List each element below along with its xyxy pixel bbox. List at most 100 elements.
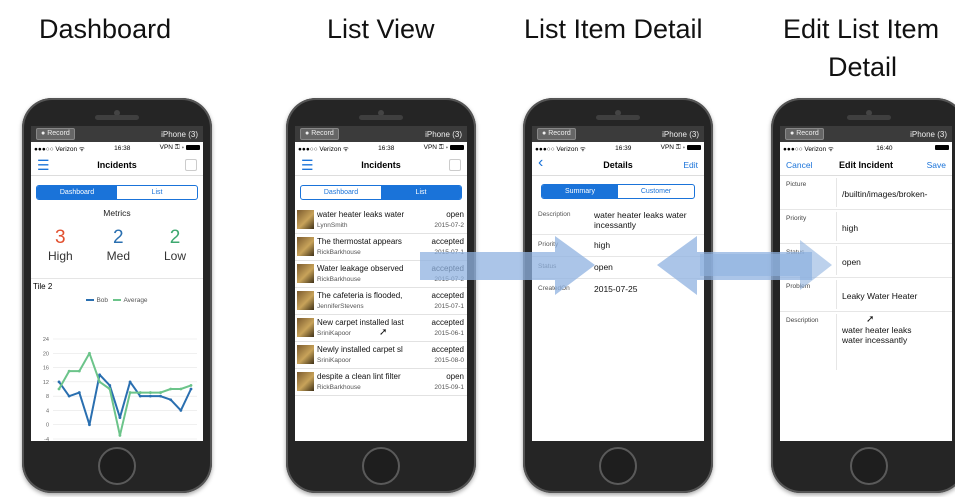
- incident-thumbnail: [297, 291, 314, 310]
- list-item[interactable]: Water leakage observed RickBarkhouse accep…: [295, 261, 467, 288]
- field-status: Status open: [532, 257, 704, 279]
- hamburger-menu-icon[interactable]: ☰: [37, 157, 50, 174]
- record-button[interactable]: ● Record: [36, 128, 75, 140]
- page-title: Incidents: [97, 159, 137, 170]
- tab-dashboard[interactable]: Dashboard: [37, 186, 117, 199]
- data-point-average: [159, 391, 162, 394]
- data-point-average: [179, 387, 183, 391]
- screen: ● Record iPhone (3) ●●●○○ Verizon ᯤ 16:4…: [780, 126, 952, 441]
- field-picture: Picture /builtin/images/broken-: [780, 176, 952, 210]
- list-item[interactable]: The thermostat appears RickBarkhouse accep…: [295, 234, 467, 261]
- heading-dashboard: Dashboard: [39, 14, 172, 44]
- incident-title: The thermostat appears: [317, 237, 402, 246]
- list-item[interactable]: water heater leaks water LynnSmith open 201…: [295, 207, 467, 234]
- carrier: ●●●○○ Verizon ᯤ: [298, 145, 349, 153]
- incident-date: 2015-07-1: [434, 303, 464, 310]
- incident-thumbnail: [297, 345, 314, 364]
- tab-summary[interactable]: Summary: [542, 185, 618, 198]
- status-input: open: [842, 257, 861, 267]
- home-button[interactable]: [98, 447, 136, 485]
- metric-value: 3: [55, 227, 66, 248]
- problem-input: Leaky Water Heater: [842, 291, 918, 301]
- data-point-bob: [169, 398, 173, 402]
- record-button[interactable]: ● Record: [300, 128, 339, 140]
- data-point-bob: [128, 380, 132, 384]
- record-button[interactable]: ● Record: [537, 128, 576, 140]
- recorder-bar: ● Record iPhone (3): [532, 126, 704, 142]
- chart-legend: Bob Average: [31, 297, 203, 304]
- recorder-bar: ● Record iPhone (3): [31, 126, 203, 142]
- incident-date: 2015-08-0: [434, 357, 464, 364]
- metric-low[interactable]: 2 Low: [164, 228, 186, 264]
- picture-input: /builtin/images/broken-: [842, 189, 928, 199]
- list-item[interactable]: The cafeteria is flooded, JenniferStevens…: [295, 288, 467, 315]
- data-point-bob: [138, 394, 142, 398]
- incident-thumbnail: [297, 264, 314, 283]
- tab-dashboard[interactable]: Dashboard: [301, 186, 381, 199]
- save-button[interactable]: Save: [927, 160, 946, 170]
- screen: ● Record iPhone (3) ●●●○○ Verizon ᯤ 16:3…: [295, 126, 467, 441]
- incident-status: accepted: [431, 318, 464, 327]
- record-button[interactable]: ● Record: [785, 128, 824, 140]
- tab-list[interactable]: List: [381, 186, 461, 199]
- segmented-control: Summary Customer: [541, 184, 695, 199]
- data-point-average: [108, 387, 112, 391]
- home-button[interactable]: [849, 447, 888, 485]
- edit-button[interactable]: Edit: [683, 160, 698, 170]
- action-button[interactable]: [185, 159, 197, 171]
- incident-date: 2015-07-2: [434, 276, 464, 283]
- home-button[interactable]: [362, 447, 400, 485]
- incident-date: 2015-07-2: [434, 222, 464, 229]
- incident-thumbnail: [297, 318, 314, 337]
- status-bar: ●●●○○ Verizon ᯤ 16:39 VPN ⚿ ∗: [532, 142, 704, 154]
- incident-thumbnail: [297, 372, 314, 391]
- phone-detail: ● Record iPhone (3) ●●●○○ Verizon ᯤ 16:3…: [523, 98, 713, 493]
- metric-high[interactable]: 3 High: [48, 228, 73, 264]
- legend-swatch-average: [113, 299, 122, 302]
- y-tick-label: 8: [46, 394, 49, 400]
- recorder-bar: ● Record iPhone (3): [295, 126, 467, 142]
- status-bar: ●●●○○ Verizon ᯤ 16:40: [780, 142, 952, 154]
- page-title: Details: [603, 159, 633, 170]
- data-point-bob: [118, 416, 122, 419]
- action-button[interactable]: [449, 159, 461, 171]
- home-button[interactable]: [599, 447, 637, 485]
- field-label: Description: [786, 317, 819, 324]
- data-point-average: [77, 369, 81, 373]
- metric-value: 2: [113, 227, 124, 248]
- clock: 16:39: [615, 144, 632, 152]
- clock: 16:40: [876, 144, 893, 152]
- back-chevron-icon[interactable]: ‹: [538, 154, 543, 172]
- tab-customer[interactable]: Customer: [618, 185, 694, 198]
- cancel-button[interactable]: Cancel: [786, 160, 812, 170]
- page-title: Incidents: [361, 159, 401, 170]
- heading-edit-line2: Detail: [828, 52, 898, 82]
- tile-title: Tile 2: [33, 282, 53, 291]
- field-label: CreatedOn: [538, 285, 570, 292]
- tab-list[interactable]: List: [117, 186, 197, 199]
- data-point-bob: [189, 387, 193, 391]
- data-point-average: [118, 434, 122, 437]
- incident-status: open: [446, 210, 464, 219]
- hamburger-menu-icon[interactable]: ☰: [301, 157, 314, 174]
- data-point-bob: [67, 394, 71, 398]
- slide: Dashboard List View List Item Detail Edi…: [0, 0, 955, 497]
- heading-edit-line1: Edit List Item: [783, 14, 940, 44]
- field-label: Priority: [538, 241, 559, 248]
- y-tick-label: 4: [46, 408, 49, 414]
- device-name: iPhone (3): [161, 129, 198, 139]
- y-tick-label: 12: [43, 380, 49, 386]
- phone-list: ● Record iPhone (3) ●●●○○ Verizon ᯤ 16:3…: [286, 98, 476, 493]
- list-item[interactable]: Newly installed carpet sl SriniKapoor acce…: [295, 342, 467, 369]
- field-value: high: [594, 240, 611, 250]
- device-name: iPhone (3): [662, 129, 699, 139]
- metric-med[interactable]: 2 Med: [107, 228, 130, 264]
- incident-user: JenniferStevens: [317, 303, 364, 310]
- field-label: Status: [786, 249, 805, 256]
- list-item[interactable]: despite a clean lint filter RickBarkhouse…: [295, 369, 467, 396]
- incident-title: New carpet installed last: [317, 318, 404, 327]
- incident-user: SriniKapoor: [317, 330, 351, 337]
- incident-thumbnail: [297, 237, 314, 256]
- incident-title: Newly installed carpet sl: [317, 345, 403, 354]
- y-tick-label: 20: [43, 351, 49, 357]
